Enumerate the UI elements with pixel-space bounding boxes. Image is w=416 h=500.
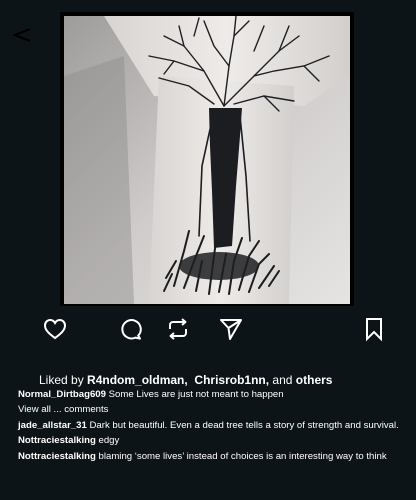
repost-button[interactable] (165, 316, 191, 342)
post-photo (64, 16, 350, 304)
chevron-left-icon (12, 27, 31, 43)
comment-username[interactable]: Nottraciestalking (18, 435, 96, 446)
heart-icon (43, 318, 67, 340)
liker-username-1[interactable]: R4ndom_oldman, (87, 373, 188, 387)
comment-text: Dark but beautiful. Even a dead tree tel… (89, 419, 399, 431)
view-all-comments-link[interactable]: View all ... comments (18, 404, 402, 416)
comment-username[interactable]: Nottraciestalking (18, 451, 96, 462)
comment-text: blaming ‘some lives’ instead of choices … (98, 450, 387, 462)
liker-username-2[interactable]: Chrisrob1nn, (194, 373, 269, 387)
liked-by-others-link[interactable]: others (296, 373, 333, 387)
comments-section: Normal_Dirtbag609 Some Lives are just no… (18, 389, 402, 466)
save-button[interactable] (361, 316, 387, 342)
paper-plane-icon (220, 319, 242, 340)
comment-item: Nottraciestalking blaming ‘some lives’ i… (18, 451, 402, 463)
comment-username[interactable]: jade_allstar_31 (18, 420, 87, 431)
like-button[interactable] (42, 316, 68, 342)
post-action-bar (0, 316, 416, 342)
tree-tattoo-image (64, 16, 350, 304)
comment-item: jade_allstar_31 Dark but beautiful. Even… (18, 420, 402, 432)
post-photo-frame (60, 12, 354, 306)
liked-by-and: and (272, 373, 293, 387)
back-button[interactable] (10, 22, 34, 48)
comment-username[interactable]: Normal_Dirtbag609 (18, 389, 106, 400)
speech-bubble-icon (121, 319, 142, 340)
repost-icon (169, 318, 187, 340)
comment-text: edgy (98, 435, 120, 447)
liked-by-line: Liked by R4ndom_oldman, Chrisrob1nn, and… (39, 373, 332, 387)
comment-button[interactable] (118, 316, 144, 342)
bookmark-icon (366, 318, 382, 342)
comment-item: Nottraciestalking edgy (18, 435, 402, 447)
comment-text: Some Lives are just not meant to happen (108, 389, 284, 400)
comment-item: Normal_Dirtbag609 Some Lives are just no… (18, 389, 402, 401)
liked-by-prefix: Liked by (39, 373, 84, 387)
share-button[interactable] (218, 316, 244, 342)
